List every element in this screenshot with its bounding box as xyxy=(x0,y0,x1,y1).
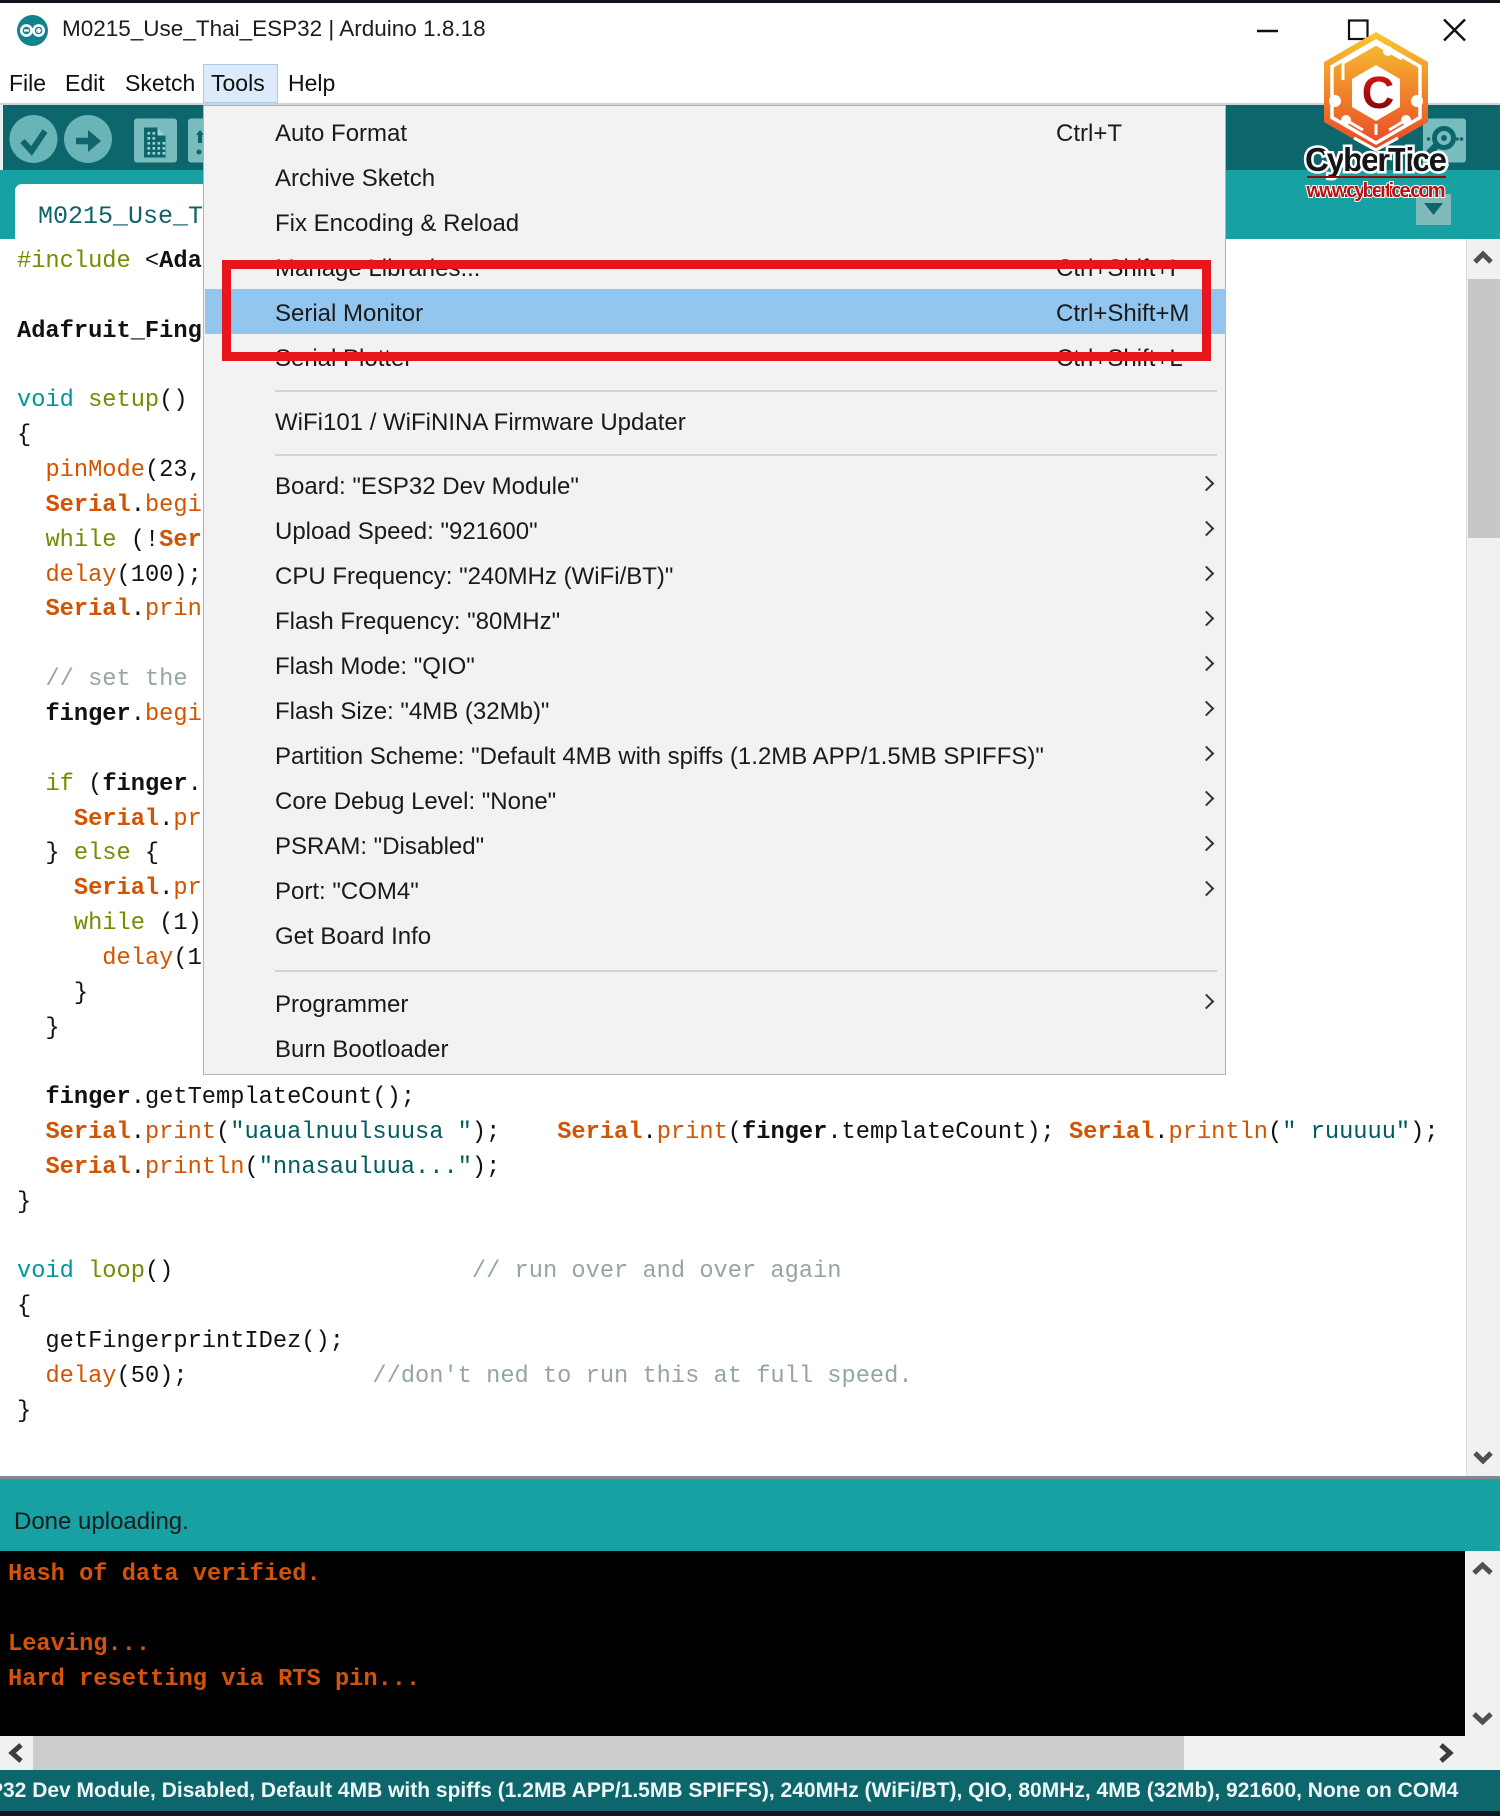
svg-text:CyberTice: CyberTice xyxy=(1305,141,1447,178)
svg-text:C: C xyxy=(1362,67,1395,118)
svg-text:www.cybertice.com: www.cybertice.com xyxy=(1306,180,1446,202)
